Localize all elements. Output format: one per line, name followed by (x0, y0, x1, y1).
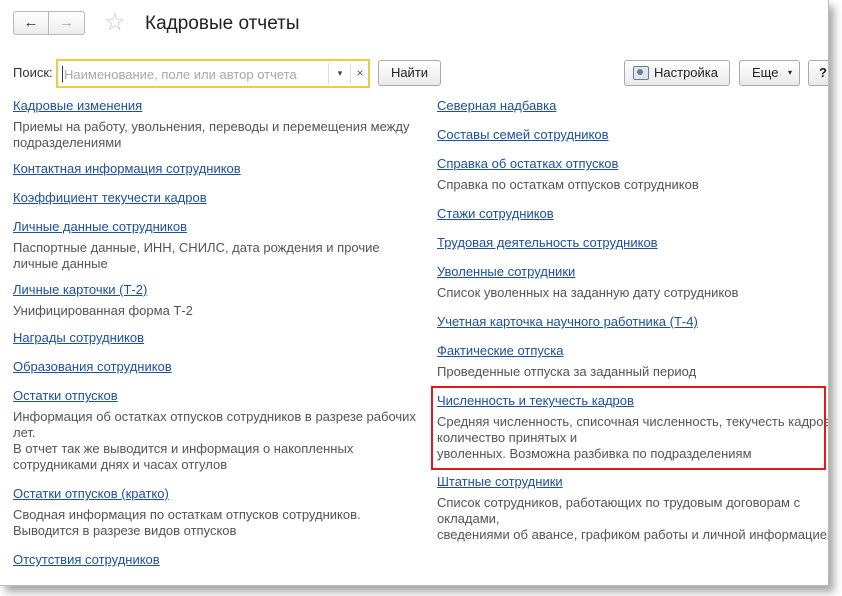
search-label: Поиск: (13, 65, 53, 80)
report-item: Коэффициент текучести кадров (13, 189, 421, 218)
report-link[interactable]: Награды сотрудников (13, 329, 144, 347)
report-item: Северная надбавка (437, 97, 828, 126)
report-link[interactable]: Коэффициент текучести кадров (13, 189, 207, 207)
report-link[interactable]: Стажи сотрудников (437, 205, 554, 223)
report-link[interactable]: Справка об остатках отпусков (437, 155, 618, 173)
report-description: Справка по остаткам отпусков сотрудников (437, 177, 699, 192)
report-item: Фактические отпуска Проведенные отпуска … (437, 342, 828, 392)
report-description: Паспортные данные, ИНН, СНИЛС, дата рожд… (13, 240, 380, 271)
settings-button-label: Настройка (654, 65, 718, 80)
report-link[interactable]: Северная надбавка (437, 97, 556, 115)
report-list-left: Кадровые изменения Приемы на работу, уво… (13, 97, 421, 573)
report-link[interactable]: Остатки отпусков (кратко) (13, 485, 169, 503)
report-item: Составы семей сотрудников (437, 126, 828, 155)
highlight-box (431, 386, 826, 470)
page-title: Кадровые отчеты (145, 13, 300, 34)
report-description: Проведенные отпуска за заданный период (437, 364, 697, 379)
report-link[interactable]: Трудовая деятельность сотрудников (437, 234, 658, 252)
report-list-right: Северная надбавка Составы семей сотрудни… (437, 97, 829, 543)
report-item: Образования сотрудников (13, 358, 421, 387)
report-description: Информация об остатках отпусков сотрудни… (13, 409, 416, 472)
more-button[interactable]: Еще ▾ (739, 60, 800, 86)
report-item: Уволенные сотрудники Список уволенных на… (437, 263, 828, 313)
report-link[interactable]: Учетная карточка научного работника (Т-4… (437, 313, 698, 331)
report-window: ← → ☆ Кадровые отчеты Поиск: ▾ × Найти Н… (0, 0, 829, 586)
help-button[interactable]: ? (808, 60, 828, 86)
report-link[interactable]: Фактические отпуска (437, 342, 563, 360)
report-description: Унифицированная форма Т-2 (13, 303, 193, 318)
report-item: Награды сотрудников (13, 329, 421, 358)
report-link[interactable]: Штатные сотрудники (437, 473, 563, 491)
report-item: Личные карточки (Т-2) Унифицированная фо… (13, 281, 421, 329)
report-item: Остатки отпусков Информация об остатках … (13, 387, 421, 485)
report-item: Остатки отпусков (кратко) Сводная информ… (13, 485, 421, 551)
close-icon: × (356, 66, 364, 80)
report-item: Штатные сотрудники Список сотрудников, р… (437, 473, 829, 543)
report-link[interactable]: Личные карточки (Т-2) (13, 281, 147, 299)
report-item: Кадровые изменения Приемы на работу, уво… (13, 97, 421, 160)
text-caret (62, 66, 63, 82)
settings-button[interactable]: Настройка (624, 60, 730, 86)
arrow-right-icon: → (59, 14, 74, 31)
report-link[interactable]: Остатки отпусков (13, 387, 118, 405)
report-item: Отсутствия сотрудников (13, 551, 421, 573)
report-item: Контактная информация сотрудников (13, 160, 421, 189)
search-history-dropdown[interactable]: ▾ (328, 63, 351, 84)
search-input[interactable] (64, 65, 324, 83)
report-description: Приемы на работу, увольнения, переводы и… (13, 119, 410, 150)
report-link[interactable]: Уволенные сотрудники (437, 263, 575, 281)
report-item: Учетная карточка научного работника (Т-4… (437, 313, 828, 342)
report-link[interactable]: Личные данные сотрудников (13, 218, 187, 236)
report-item: Справка об остатках отпусков Справка по … (437, 155, 828, 205)
report-link[interactable]: Образования сотрудников (13, 358, 172, 376)
search-field[interactable]: ▾ × (56, 59, 370, 88)
report-description: Список уволенных на заданную дату сотруд… (437, 285, 739, 300)
search-clear-button[interactable]: × (350, 63, 369, 84)
report-description: Список сотрудников, работающих по трудов… (437, 495, 829, 542)
report-link[interactable]: Кадровые изменения (13, 97, 142, 115)
report-link[interactable]: Контактная информация сотрудников (13, 160, 241, 178)
report-link[interactable]: Составы семей сотрудников (437, 126, 608, 144)
back-button[interactable]: ← (13, 11, 49, 35)
forward-button[interactable]: → (49, 11, 85, 35)
find-button[interactable]: Найти (378, 60, 441, 86)
report-description: Сводная информация по остаткам отпусков … (13, 507, 361, 538)
more-button-label: Еще (752, 65, 779, 80)
settings-icon (633, 66, 649, 80)
chevron-down-icon: ▾ (337, 68, 343, 78)
favorite-star-icon[interactable]: ☆ (104, 10, 126, 36)
chevron-down-icon: ▾ (788, 68, 793, 77)
arrow-left-icon: ← (23, 14, 39, 31)
report-item: Трудовая деятельность сотрудников (437, 234, 828, 263)
report-item: Стажи сотрудников (437, 205, 828, 234)
report-link[interactable]: Отсутствия сотрудников (13, 551, 160, 569)
report-item: Личные данные сотрудников Паспортные дан… (13, 218, 421, 281)
